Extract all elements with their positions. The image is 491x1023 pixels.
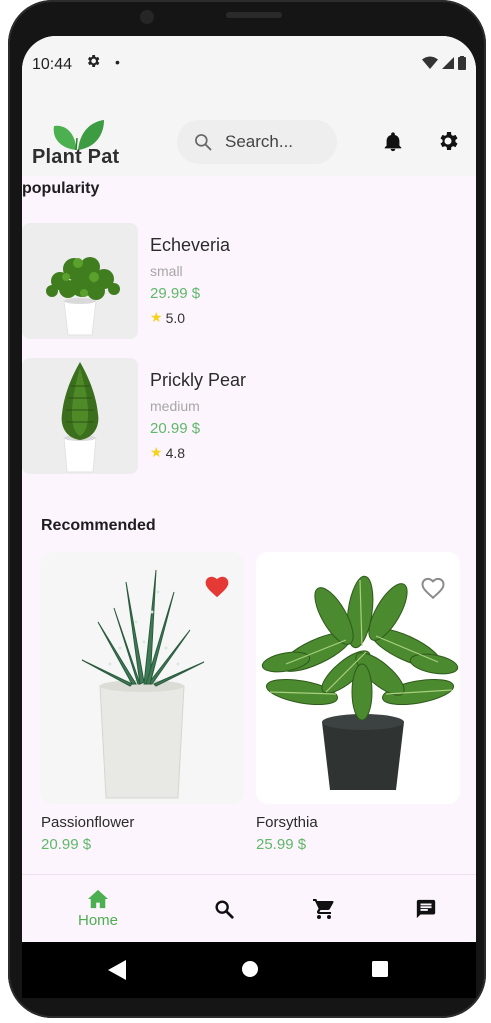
notification-dot-icon: • bbox=[115, 54, 120, 70]
front-camera bbox=[140, 10, 154, 24]
card-name: Forsythia bbox=[256, 814, 318, 831]
echeveria-image bbox=[22, 223, 138, 339]
plant-size: small bbox=[150, 263, 183, 279]
card-price: 25.99 $ bbox=[256, 836, 307, 853]
search-icon bbox=[195, 134, 212, 151]
bottom-navigation: Home bbox=[22, 874, 476, 942]
app-logo[interactable]: Plant Pat bbox=[32, 120, 132, 170]
status-icons bbox=[422, 56, 466, 70]
favorite-button[interactable] bbox=[420, 576, 446, 605]
status-time: 10:44 bbox=[32, 56, 73, 73]
gear-icon bbox=[440, 132, 458, 150]
heart-outline-icon bbox=[421, 577, 445, 600]
earpiece bbox=[226, 12, 282, 18]
nav-search[interactable] bbox=[179, 875, 269, 942]
star-icon: ★ bbox=[150, 444, 163, 460]
search-placeholder[interactable]: Search... bbox=[225, 132, 293, 152]
popularity-title: popularity bbox=[22, 180, 100, 197]
recents-button[interactable] bbox=[371, 960, 389, 983]
notifications-button[interactable] bbox=[382, 130, 404, 159]
plant-size: medium bbox=[150, 398, 200, 414]
search-bar[interactable]: Search... bbox=[177, 120, 337, 164]
back-button[interactable] bbox=[108, 960, 126, 985]
back-triangle-icon bbox=[108, 960, 126, 980]
status-bar: 10:44 • bbox=[22, 36, 476, 88]
list-item[interactable]: Prickly Pear medium 20.99 $ ★ 4.8 bbox=[22, 358, 462, 476]
battery-icon bbox=[458, 56, 466, 70]
home-icon bbox=[88, 889, 108, 909]
app-header: Plant Pat Search... bbox=[22, 88, 476, 176]
plant-rating: ★ 4.8 bbox=[150, 444, 185, 461]
cart-icon bbox=[313, 899, 334, 919]
star-icon: ★ bbox=[150, 309, 163, 325]
app-screen: 10:44 • Plant Pat Search... popularity E… bbox=[22, 36, 476, 942]
favorite-button[interactable] bbox=[204, 574, 230, 603]
rating-value: 5.0 bbox=[165, 309, 186, 326]
nav-home-label: Home bbox=[77, 912, 118, 929]
rating-value: 4.8 bbox=[165, 444, 186, 461]
settings-button[interactable] bbox=[436, 129, 460, 158]
list-item[interactable]: Echeveria small 29.99 $ ★ 5.0 bbox=[22, 223, 462, 341]
wifi-icon bbox=[422, 56, 438, 69]
home-circle-icon bbox=[242, 961, 258, 977]
plant-price: 29.99 $ bbox=[150, 285, 201, 302]
prickly-pear-image bbox=[22, 358, 138, 474]
heart-filled-icon bbox=[205, 576, 229, 598]
nav-home[interactable]: Home bbox=[53, 875, 143, 942]
product-card[interactable] bbox=[256, 552, 460, 804]
recents-square-icon bbox=[372, 961, 388, 977]
card-price: 20.99 $ bbox=[41, 836, 92, 853]
home-system-button[interactable] bbox=[241, 960, 259, 983]
plant-name: Echeveria bbox=[150, 235, 231, 255]
nav-messages[interactable] bbox=[381, 875, 471, 942]
plant-price: 20.99 $ bbox=[150, 420, 201, 437]
bell-icon bbox=[384, 132, 402, 152]
nav-cart[interactable] bbox=[279, 875, 369, 942]
plant-rating: ★ 5.0 bbox=[150, 309, 185, 326]
plant-name: Prickly Pear bbox=[150, 370, 247, 390]
product-card[interactable] bbox=[40, 552, 244, 804]
recommended-title: Recommended bbox=[41, 517, 156, 534]
app-name: Plant Pat bbox=[32, 146, 120, 168]
system-navigation-bar bbox=[22, 942, 476, 998]
settings-notification-icon bbox=[85, 53, 101, 74]
cell-signal-icon bbox=[442, 57, 454, 69]
card-name: Passionflower bbox=[41, 814, 135, 831]
chat-icon bbox=[416, 899, 436, 919]
search-icon bbox=[215, 900, 234, 919]
